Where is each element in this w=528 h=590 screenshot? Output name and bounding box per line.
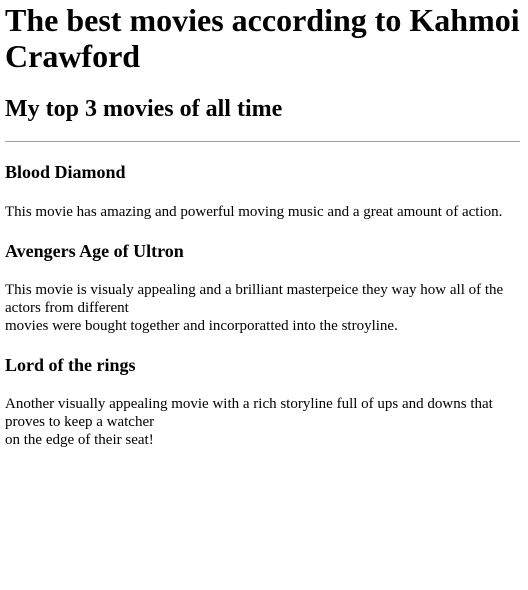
movie-description-avengers-age-of-ultron: This movie is visualy appealing and a br… [5, 281, 520, 335]
description-line: Another visually appealing movie with a … [5, 396, 493, 430]
movie-title-lord-of-the-rings: Lord of the rings [5, 355, 136, 375]
movie-description-lord-of-the-rings: Another visually appealing movie with a … [5, 395, 520, 449]
page-subtitle: My top 3 movies of all time [5, 96, 283, 122]
movie-title-blood-diamond: Blood Diamond [5, 162, 126, 182]
description-line: movies were bought together and incorpor… [5, 318, 398, 334]
movie-description-blood-diamond: This movie has amazing and powerful movi… [5, 203, 520, 221]
movie-title-avengers-age-of-ultron: Avengers Age of Ultron [5, 241, 184, 261]
description-line: This movie has amazing and powerful movi… [5, 204, 503, 220]
section-divider [5, 141, 520, 142]
page-title: The best movies according to Kahmoi Craw… [5, 2, 520, 74]
description-line: This movie is visualy appealing and a br… [5, 282, 504, 316]
page-content: The best movies according to Kahmoi Craw… [0, 0, 528, 449]
description-line: on the edge of their seat! [5, 432, 154, 448]
